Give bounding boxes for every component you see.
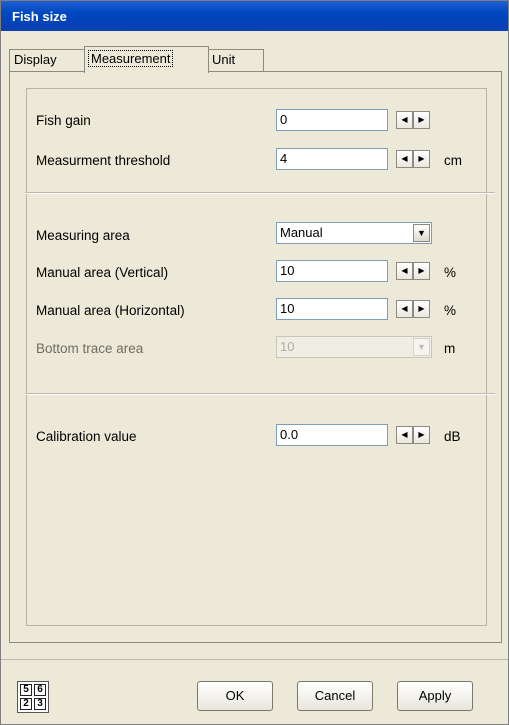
bottom-trace-area-label: Bottom trace area — [36, 341, 144, 356]
left-arrow-icon: ◀ — [401, 154, 408, 163]
right-arrow-icon: ▶ — [418, 430, 425, 439]
bottom-trace-area-unit: m — [444, 341, 456, 356]
tab-unit[interactable]: Unit — [207, 49, 264, 71]
calibration-value-label: Calibration value — [36, 429, 137, 444]
measuring-area-label: Measuring area — [36, 228, 130, 243]
measuring-area-select[interactable]: Manual ▼ — [276, 222, 432, 244]
left-arrow-icon: ◀ — [401, 115, 408, 124]
right-arrow-icon: ▶ — [418, 154, 425, 163]
measurement-threshold-label: Measurment threshold — [36, 153, 171, 168]
divider — [25, 192, 495, 194]
apply-button[interactable]: Apply — [397, 681, 473, 711]
calibration-value-decrease-button[interactable]: ◀ — [396, 426, 413, 444]
manual-area-horizontal-label: Manual area (Horizontal) — [36, 303, 185, 318]
right-arrow-icon: ▶ — [418, 266, 425, 275]
numpad-digit: 3 — [34, 698, 46, 710]
measurement-threshold-input[interactable]: 4 — [276, 148, 388, 170]
window-title: Fish size — [12, 9, 67, 24]
numpad-icon[interactable]: 5 6 2 3 — [17, 681, 49, 713]
chevron-down-icon: ▼ — [413, 338, 430, 356]
tab-measurement[interactable]: Measurement — [84, 46, 209, 73]
right-arrow-icon: ▶ — [418, 115, 425, 124]
numpad-digit: 2 — [20, 698, 32, 710]
fish-gain-label: Fish gain — [36, 113, 91, 128]
manual-area-vertical-input[interactable]: 10 — [276, 260, 388, 282]
left-arrow-icon: ◀ — [401, 304, 408, 313]
measurement-threshold-decrease-button[interactable]: ◀ — [396, 150, 413, 168]
measuring-area-value: Manual — [280, 225, 323, 240]
chevron-down-icon[interactable]: ▼ — [413, 224, 430, 242]
measurement-threshold-unit: cm — [444, 153, 462, 168]
title-bar[interactable]: Fish size — [1, 1, 508, 31]
calibration-value-unit: dB — [444, 429, 461, 444]
calibration-value-increase-button[interactable]: ▶ — [413, 426, 430, 444]
divider — [25, 393, 495, 395]
right-arrow-icon: ▶ — [418, 304, 425, 313]
manual-area-vertical-decrease-button[interactable]: ◀ — [396, 262, 413, 280]
fish-size-window: Fish size Display Measurement Unit Fish … — [0, 0, 509, 725]
numpad-digit: 5 — [20, 684, 32, 696]
tab-unit-label: Unit — [212, 52, 236, 67]
manual-area-horizontal-input[interactable]: 10 — [276, 298, 388, 320]
fish-gain-decrease-button[interactable]: ◀ — [396, 111, 413, 129]
manual-area-vertical-label: Manual area (Vertical) — [36, 265, 169, 280]
tab-display-label: Display — [14, 52, 57, 67]
bottom-trace-area-value: 10 — [280, 339, 295, 354]
fish-gain-increase-button[interactable]: ▶ — [413, 111, 430, 129]
left-arrow-icon: ◀ — [401, 266, 408, 275]
tab-display[interactable]: Display — [9, 49, 86, 71]
measurement-threshold-increase-button[interactable]: ▶ — [413, 150, 430, 168]
manual-area-vertical-increase-button[interactable]: ▶ — [413, 262, 430, 280]
bottom-trace-area-select: 10 ▼ — [276, 336, 432, 358]
cancel-button[interactable]: Cancel — [297, 681, 373, 711]
manual-area-horizontal-decrease-button[interactable]: ◀ — [396, 300, 413, 318]
left-arrow-icon: ◀ — [401, 430, 408, 439]
fish-gain-input[interactable]: 0 — [276, 109, 388, 131]
manual-area-horizontal-unit: % — [444, 303, 457, 318]
footer-divider — [1, 659, 508, 660]
ok-button[interactable]: OK — [197, 681, 273, 711]
manual-area-vertical-unit: % — [444, 265, 457, 280]
manual-area-horizontal-increase-button[interactable]: ▶ — [413, 300, 430, 318]
calibration-value-input[interactable]: 0.0 — [276, 424, 388, 446]
tab-measurement-label: Measurement — [87, 50, 174, 67]
numpad-digit: 6 — [34, 684, 46, 696]
